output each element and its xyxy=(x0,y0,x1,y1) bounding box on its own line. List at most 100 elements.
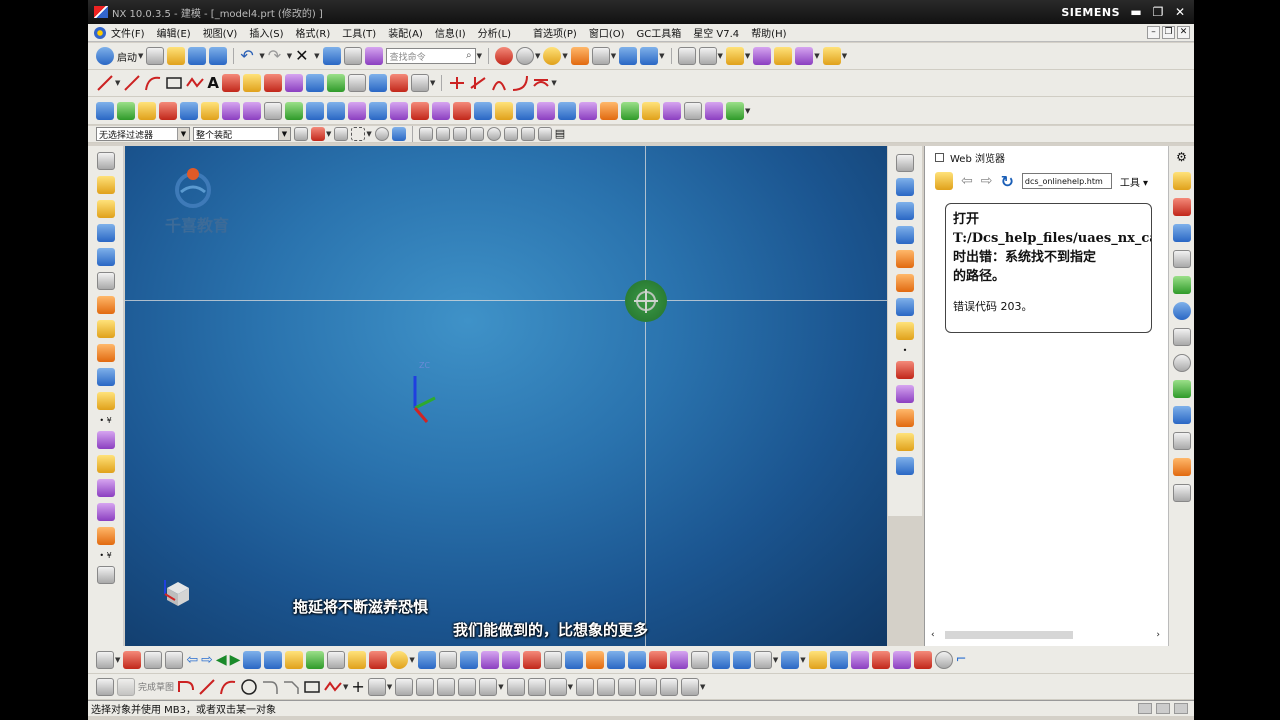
block-icon[interactable] xyxy=(138,101,156,120)
extend-curve-icon[interactable] xyxy=(469,74,487,92)
profile-icon[interactable] xyxy=(177,678,195,696)
snap-midpoint-icon[interactable] xyxy=(435,127,450,141)
view-iso-icon[interactable] xyxy=(896,250,914,268)
explode-left-icon[interactable] xyxy=(96,527,115,545)
hand-pan-icon[interactable] xyxy=(570,47,589,65)
chevron-down-icon[interactable]: ▼ xyxy=(177,128,189,140)
menu-analysis[interactable]: 分析(L) xyxy=(473,25,518,40)
save-as-icon[interactable] xyxy=(209,47,228,65)
render-style-icon[interactable] xyxy=(896,361,914,379)
revolve-icon[interactable] xyxy=(117,101,135,120)
mirror-icon[interactable] xyxy=(306,101,324,120)
intersect-curve-icon[interactable] xyxy=(306,74,324,92)
doc-minimize-button[interactable]: – xyxy=(1147,26,1160,39)
doc-restore-button[interactable]: ❐ xyxy=(1162,26,1175,39)
extract-curve-icon[interactable] xyxy=(327,74,345,92)
chamfer-icon[interactable] xyxy=(243,101,261,120)
sketch-settings-icon[interactable] xyxy=(638,677,657,696)
assembly-left-icon[interactable] xyxy=(96,455,115,473)
select-mode-dropdown-icon[interactable]: ▼ xyxy=(366,130,371,138)
redo-icon[interactable]: ↷ xyxy=(268,47,286,65)
pipe-icon[interactable] xyxy=(606,650,625,669)
spring-left-icon[interactable] xyxy=(96,344,115,362)
snap-dropdown-icon[interactable]: ▼ xyxy=(745,52,750,60)
type-filter-select[interactable]: 无选择过滤器 ▼ xyxy=(96,127,190,141)
scrollbar-thumb[interactable] xyxy=(945,631,1073,639)
rotate-object-icon[interactable] xyxy=(564,650,583,669)
pencil-icon[interactable] xyxy=(322,47,341,65)
menu-format[interactable]: 格式(R) xyxy=(291,25,338,40)
name-icon[interactable] xyxy=(705,101,723,120)
sketch-arc-icon[interactable] xyxy=(219,678,237,696)
assembly-navigator-icon[interactable] xyxy=(698,47,717,65)
spring-icon[interactable] xyxy=(663,101,681,120)
manufacturing-wizard-tab-icon[interactable] xyxy=(1172,406,1191,424)
flag-icon[interactable] xyxy=(348,650,367,669)
hd3d-tools-tab-icon[interactable] xyxy=(1172,276,1191,294)
sketch-reattach-icon[interactable] xyxy=(659,677,678,696)
scissors-left-icon[interactable] xyxy=(96,566,115,584)
new-file-icon[interactable] xyxy=(146,47,165,65)
magic-icon[interactable] xyxy=(774,47,793,65)
rectangle-select-icon[interactable] xyxy=(351,127,366,141)
trim-curve-icon[interactable] xyxy=(448,74,466,92)
web-browser-tab-icon[interactable] xyxy=(1172,302,1191,320)
sketch-icon[interactable] xyxy=(96,650,114,669)
relations-icon[interactable] xyxy=(596,677,615,696)
merge-icon[interactable] xyxy=(732,650,751,669)
offset-face-icon[interactable] xyxy=(432,101,450,120)
doc-close-button[interactable]: ✕ xyxy=(1177,26,1190,39)
wave-icon[interactable] xyxy=(522,650,541,669)
menu-preferences[interactable]: 首选项(P) xyxy=(528,25,584,40)
feature-more-dropdown-icon[interactable]: ▼ xyxy=(745,107,750,115)
tools-menu-button[interactable]: 工具 ▾ xyxy=(1120,174,1148,189)
line-2-icon[interactable] xyxy=(123,74,141,92)
delete-face-icon[interactable] xyxy=(558,101,576,120)
start-button[interactable]: 启动 xyxy=(117,49,137,64)
curve-more-dropdown-icon[interactable]: ▼ xyxy=(430,79,435,87)
undo-icon[interactable]: ↶ xyxy=(240,47,258,65)
select-rectangle-icon[interactable] xyxy=(96,152,115,170)
history-tab-icon[interactable] xyxy=(1172,354,1191,372)
corner-sketch-icon[interactable] xyxy=(437,677,456,696)
search-icon[interactable]: ⌕ xyxy=(466,50,472,61)
trim-body-icon[interactable] xyxy=(390,101,408,120)
sketch-dropdown-icon[interactable]: ▼ xyxy=(115,656,120,664)
sketch-point-icon[interactable]: + xyxy=(351,677,364,696)
web-browser-active-tab-icon[interactable] xyxy=(1172,328,1191,346)
cube-red-icon[interactable] xyxy=(648,650,667,669)
datum-plane-icon[interactable] xyxy=(144,650,163,669)
finish-sketch-label[interactable]: 完成草图 xyxy=(138,680,174,693)
split-body-icon[interactable] xyxy=(411,101,429,120)
sketch-fillet-icon[interactable] xyxy=(261,678,279,696)
hexagon-icon[interactable] xyxy=(781,650,800,669)
background-icon[interactable] xyxy=(591,47,610,65)
verify-icon[interactable] xyxy=(726,101,744,120)
resource-bar-settings-icon[interactable]: ⚙ xyxy=(1176,150,1187,164)
offset-curve-icon[interactable] xyxy=(222,74,240,92)
trim-more-dropdown-icon[interactable]: ▼ xyxy=(498,683,503,691)
snap-control-point-icon[interactable] xyxy=(452,127,467,141)
surface-left-icon[interactable] xyxy=(96,320,115,338)
icam-icon[interactable] xyxy=(600,101,618,120)
sketch-line-icon[interactable] xyxy=(198,678,216,696)
hatch-dropdown-icon[interactable]: ▼ xyxy=(814,52,819,60)
studio-icon[interactable] xyxy=(896,433,914,451)
divide-curve-icon[interactable] xyxy=(490,74,508,92)
snap-endpoint-icon[interactable] xyxy=(418,127,433,141)
edit-curve-dropdown-icon[interactable]: ▼ xyxy=(551,79,556,87)
status-indicator-2[interactable] xyxy=(1156,703,1170,714)
menu-window[interactable]: 窗口(O) xyxy=(584,25,632,40)
system-scene-tab-icon[interactable] xyxy=(1172,458,1191,476)
edge-blend-icon[interactable] xyxy=(222,101,240,120)
valve-icon[interactable] xyxy=(627,650,646,669)
wcs-left-icon[interactable] xyxy=(96,248,115,266)
cube-yellow-icon[interactable] xyxy=(285,650,304,669)
shell-icon[interactable] xyxy=(285,101,303,120)
slice-icon[interactable] xyxy=(669,650,688,669)
assembly-dropdown-icon[interactable]: ▼ xyxy=(718,52,723,60)
unite-icon[interactable] xyxy=(327,101,345,120)
view-right-icon[interactable] xyxy=(896,226,914,244)
grid-icon[interactable] xyxy=(684,101,702,120)
redo-dropdown-icon[interactable]: ▼ xyxy=(287,52,292,60)
